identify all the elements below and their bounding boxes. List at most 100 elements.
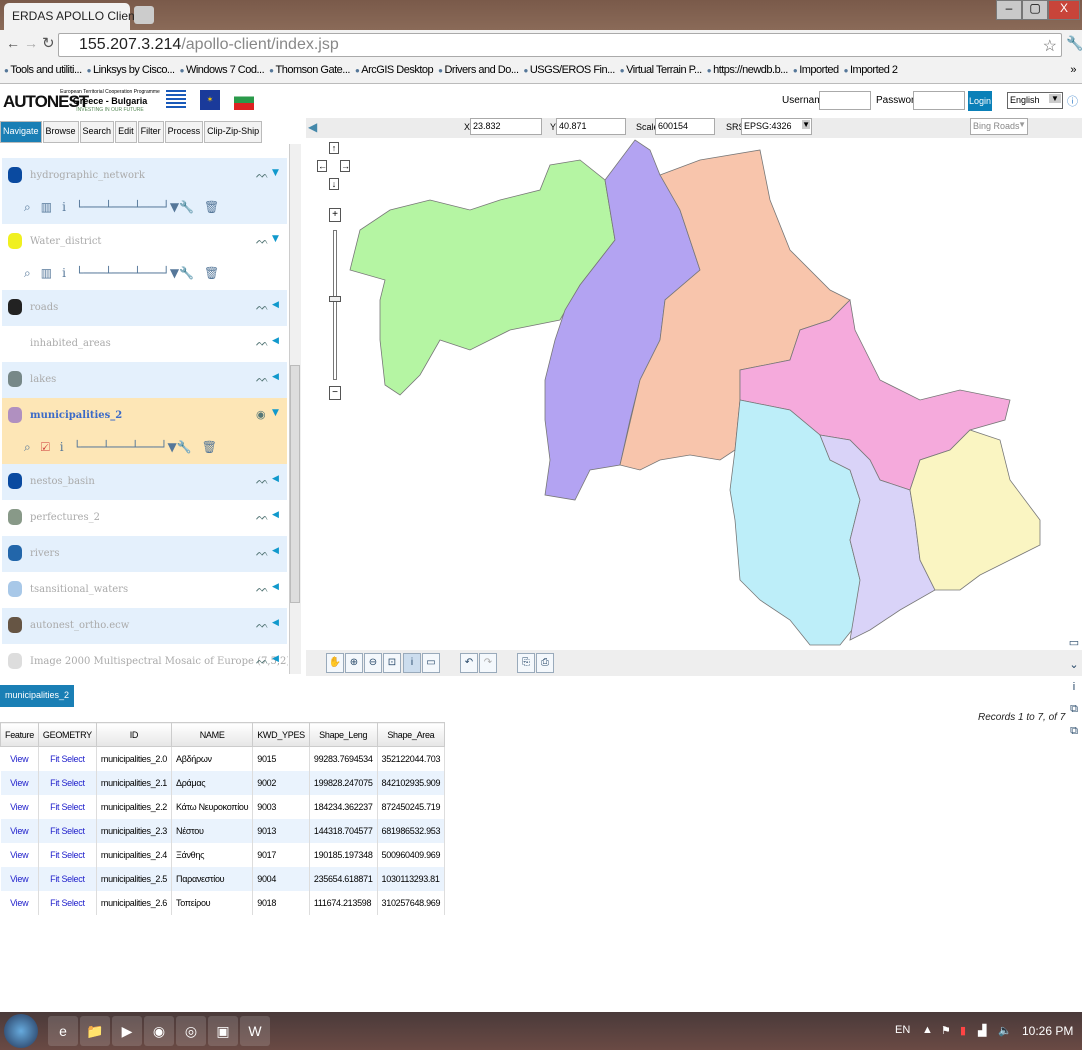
forward-icon[interactable]: →	[24, 35, 38, 51]
zoom-out-icon[interactable]: −	[329, 386, 341, 400]
eye-closed-icon[interactable]: ᨓ	[256, 546, 269, 560]
show-hidden-icon[interactable]: ▲	[922, 1024, 933, 1036]
zoom-to-layer-icon[interactable]: ⌕	[24, 440, 41, 454]
eye-closed-icon[interactable]: ᨓ	[256, 510, 269, 524]
bookmark[interactable]: ArcGIS Desktop	[355, 64, 433, 79]
zoom-in-tool-icon[interactable]: ⊕	[345, 653, 363, 673]
eye-closed-icon[interactable]: ᨓ	[256, 582, 269, 596]
results-tab[interactable]: municipalities_2	[0, 685, 75, 707]
explorer-icon[interactable]: 📁	[80, 1016, 110, 1046]
view-link[interactable]: View	[0, 746, 39, 771]
bookmark[interactable]: USGS/EROS Fin...	[524, 64, 615, 79]
export-icon[interactable]: ⎘	[517, 653, 535, 673]
chevron-left-icon[interactable]: ◀	[272, 546, 279, 556]
tab-search[interactable]: Search	[79, 121, 115, 143]
bookmark[interactable]: Thomson Gate...	[269, 64, 351, 79]
bookmark[interactable]: Tools and utiliti...	[4, 64, 82, 79]
password-input[interactable]	[913, 91, 965, 110]
chevron-left-icon[interactable]: ◀	[272, 618, 279, 628]
y-coordinate-field[interactable]: 40.871	[556, 118, 626, 135]
eye-closed-icon[interactable]: ᨓ	[256, 618, 269, 632]
bookmark-folder[interactable]: Imported	[793, 64, 839, 79]
column-header[interactable]: Shape_Leng	[308, 722, 378, 747]
view-link[interactable]: View	[0, 842, 39, 867]
zoom-handle[interactable]	[329, 296, 341, 302]
volume-icon[interactable]: 🔈	[998, 1024, 1012, 1037]
new-tab-button[interactable]	[134, 6, 154, 24]
zoom-out-tool-icon[interactable]: ⊖	[364, 653, 382, 673]
opacity-slider[interactable]: └───┴───┴───┘▼	[76, 266, 179, 280]
chevron-left-icon[interactable]: ◀	[272, 474, 279, 484]
binoculars-icon[interactable]: ⧉	[1066, 698, 1082, 720]
tab-navigate[interactable]: Navigate	[0, 121, 42, 143]
pan-down-icon[interactable]: ↓	[329, 178, 339, 190]
zoom-track[interactable]	[333, 230, 337, 380]
more-bookmarks[interactable]: »	[1070, 64, 1076, 76]
app-icon[interactable]: ◉	[144, 1016, 174, 1046]
tab-filter[interactable]: Filter	[137, 121, 164, 143]
pan-left-icon[interactable]: ←	[317, 160, 327, 172]
fit-select-link[interactable]: Fit Select	[38, 818, 97, 843]
trash-icon[interactable]: 🗑	[204, 200, 229, 214]
layer-item[interactable]: roads ᨓ ◀	[2, 290, 287, 326]
tab-clip-zip-ship[interactable]: Clip-Zip-Ship	[204, 121, 263, 143]
layer-item[interactable]: Water_district ᨓ ▼ ⌕▥i└───┴───┴───┘▼🔧🗑	[2, 224, 287, 290]
battery-icon[interactable]: ▮	[960, 1024, 966, 1037]
bookmark[interactable]: Windows 7 Cod...	[180, 64, 265, 79]
language-select[interactable]: English ▼	[1007, 92, 1063, 109]
print-icon[interactable]: ⎙	[536, 653, 554, 673]
table-icon[interactable]: ▥	[41, 266, 62, 280]
app-icon[interactable]: ▣	[208, 1016, 238, 1046]
bookmark[interactable]: https://newdb.b...	[707, 64, 788, 79]
zoom-to-layer-icon[interactable]: ⌕	[24, 266, 41, 280]
fit-select-link[interactable]: Fit Select	[38, 890, 97, 915]
network-icon[interactable]: ▟	[978, 1024, 986, 1037]
url-input[interactable]: 155.207.3.214/apollo-client/index.jsp ☆	[58, 33, 1062, 57]
trash-icon[interactable]: 🗑	[204, 266, 229, 280]
fit-select-link[interactable]: Fit Select	[38, 746, 97, 771]
column-header[interactable]: Feature	[0, 722, 39, 747]
measure-icon[interactable]: ▭	[422, 653, 440, 673]
bookmark-folder[interactable]: Imported 2	[844, 64, 898, 79]
chevron-left-icon[interactable]: ◀	[272, 336, 279, 346]
wrench-icon[interactable]: 🔧	[179, 200, 204, 214]
star-icon[interactable]: ☆	[1043, 36, 1057, 56]
undo-icon[interactable]: ↶	[460, 653, 478, 673]
fit-select-link[interactable]: Fit Select	[38, 842, 97, 867]
back-icon[interactable]: ←	[6, 35, 20, 51]
chevron-down-icon[interactable]: ▼	[272, 168, 279, 178]
chevron-left-icon[interactable]: ◀	[272, 372, 279, 382]
eye-icon[interactable]: ◉	[256, 408, 266, 421]
username-input[interactable]	[819, 91, 871, 110]
scale-field[interactable]: 600154	[655, 118, 715, 135]
chrome-icon[interactable]: ◎	[176, 1016, 206, 1046]
pan-right-icon[interactable]: →	[340, 160, 350, 172]
opacity-slider[interactable]: └───┴───┴───┘▼	[74, 440, 177, 454]
pan-tool-icon[interactable]: ✋	[326, 653, 344, 673]
collapse-panel-icon[interactable]: ◀	[308, 120, 317, 134]
view-link[interactable]: View	[0, 818, 39, 843]
fit-select-link[interactable]: Fit Select	[38, 794, 97, 819]
layer-item[interactable]: perfectures_2 ᨓ ◀	[2, 500, 287, 536]
zoom-to-layer-icon[interactable]: ⌕	[24, 200, 41, 214]
view-link[interactable]: View	[0, 890, 39, 915]
fit-select-link[interactable]: Fit Select	[38, 770, 97, 795]
bookmark[interactable]: Virtual Terrain P...	[620, 64, 702, 79]
tab-process[interactable]: Process	[164, 121, 204, 143]
info-icon[interactable]: i	[60, 440, 74, 454]
bookmark[interactable]: Drivers and Do...	[438, 64, 519, 79]
tab-browse[interactable]: Browse	[42, 121, 79, 143]
media-player-icon[interactable]: ▶	[112, 1016, 142, 1046]
zoom-box-icon[interactable]: ⊡	[383, 653, 401, 673]
chevron-down-icon[interactable]: ▼	[272, 408, 279, 418]
fit-select-link[interactable]: Fit Select	[38, 866, 97, 891]
layer-item[interactable]: inhabited_areas ᨓ ◀	[2, 326, 287, 362]
layer-item[interactable]: autonest_ortho.ecw ᨓ ◀	[2, 608, 287, 644]
layer-item[interactable]: hydrographic_network ᨓ ▼ ⌕▥i└───┴───┴───…	[2, 158, 287, 224]
info-icon[interactable]: ⓘ	[1067, 93, 1078, 109]
zoom-in-icon[interactable]: +	[329, 208, 341, 222]
view-link[interactable]: View	[0, 794, 39, 819]
eye-closed-icon[interactable]: ᨓ	[256, 474, 269, 488]
checkbox-checked-icon[interactable]: ☑	[41, 440, 60, 454]
browser-tab[interactable]: ERDAS APOLLO Clien ×	[4, 3, 145, 30]
